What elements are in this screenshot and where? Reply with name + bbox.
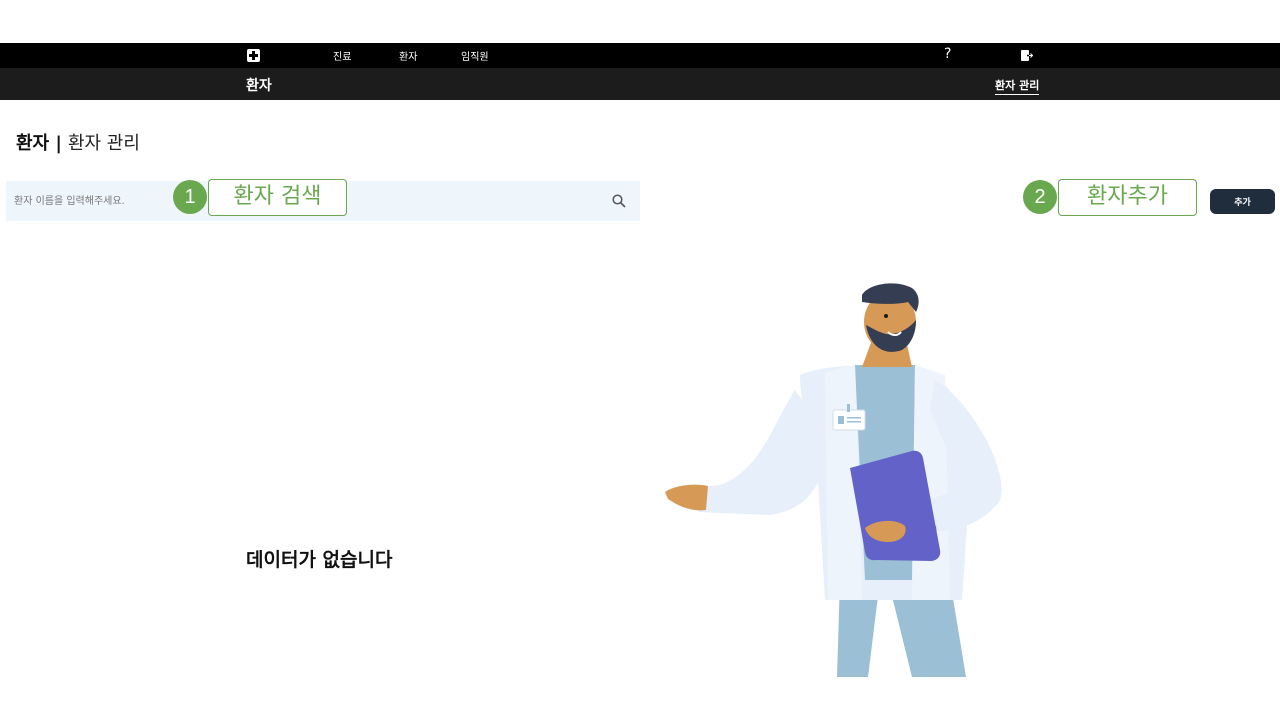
nav-item-staff[interactable]: 임직원 bbox=[461, 48, 489, 63]
medical-cross-logo-icon[interactable] bbox=[247, 49, 260, 62]
page-title: 환자 | 환자 관리 bbox=[16, 129, 140, 155]
top-navigation-bar: 진료 환자 임직원 ? bbox=[0, 43, 1280, 68]
nav-item-treatment[interactable]: 진료 bbox=[333, 48, 351, 63]
callout-number-2: 2 bbox=[1023, 180, 1057, 214]
empty-state-message: 데이터가 없습니다 bbox=[246, 549, 393, 571]
nav-item-patients[interactable]: 환자 bbox=[399, 48, 417, 63]
tab-patient-management[interactable]: 환자 관리 bbox=[995, 77, 1040, 95]
doctor-illustration bbox=[665, 283, 1002, 677]
search-icon[interactable] bbox=[611, 193, 627, 209]
help-icon[interactable]: ? bbox=[944, 46, 951, 62]
logout-icon[interactable] bbox=[1020, 49, 1033, 62]
add-patient-button[interactable]: 추가 bbox=[1210, 189, 1275, 214]
sub-header-bar: 환자 환자 관리 bbox=[0, 68, 1280, 100]
section-title: 환자 bbox=[246, 78, 272, 94]
page-title-section: 환자 | bbox=[16, 133, 62, 154]
callout-label-add-patient: 환자추가 bbox=[1058, 179, 1197, 216]
callout-label-search: 환자 검색 bbox=[208, 179, 347, 216]
callout-number-1: 1 bbox=[173, 180, 207, 214]
page-title-subsection: 환자 관리 bbox=[67, 133, 140, 154]
